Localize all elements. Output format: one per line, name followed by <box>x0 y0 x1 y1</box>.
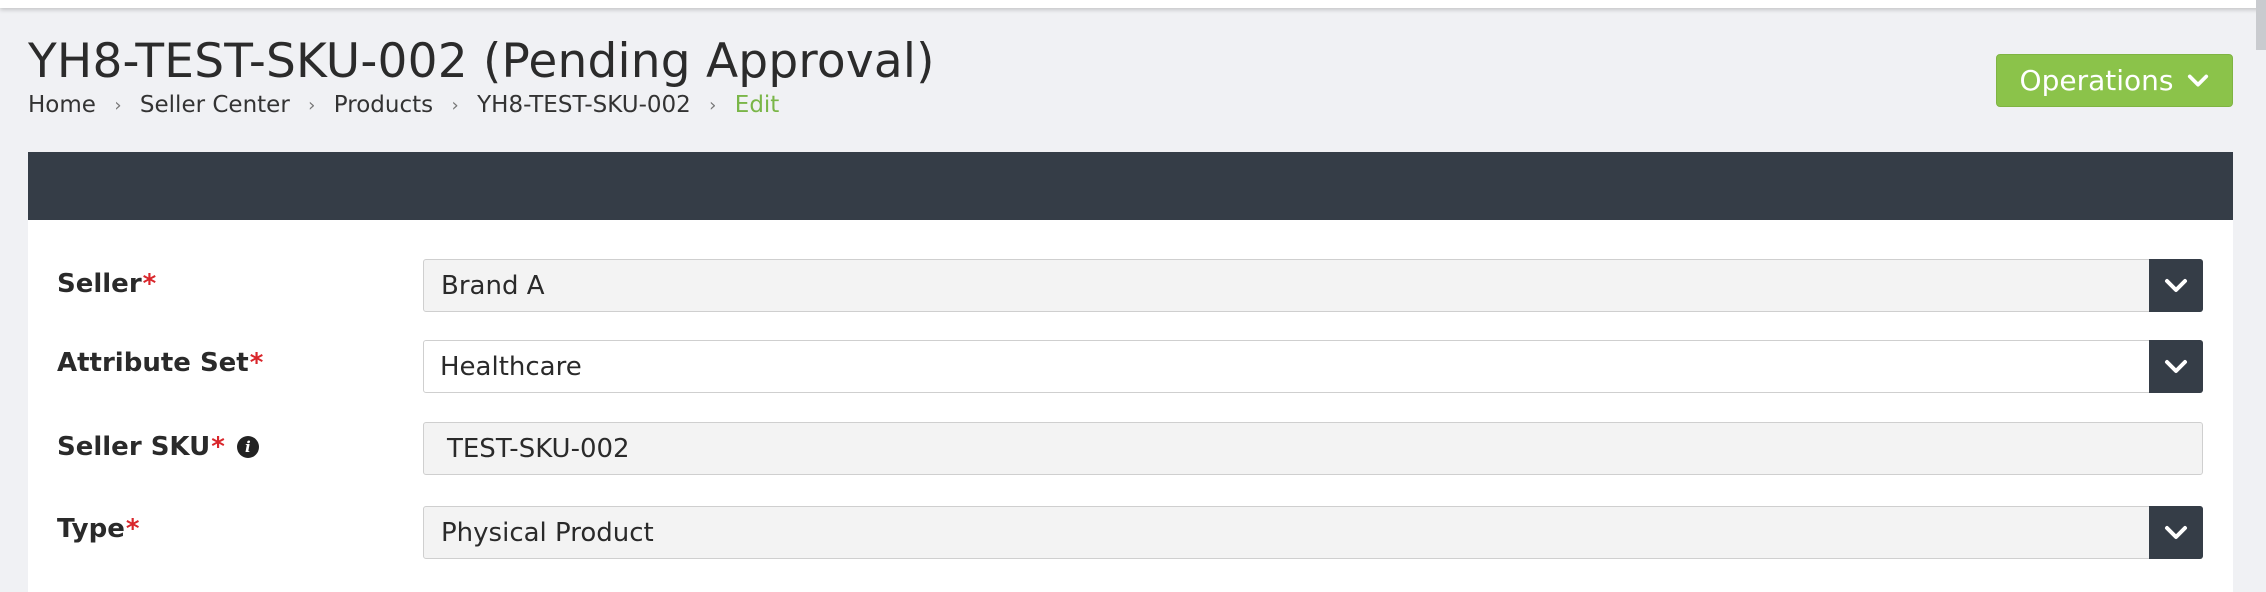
product-form-panel: Seller * Brand A Attribute Set * Healthcar… <box>28 152 2233 592</box>
seller-label-text: Seller <box>57 269 142 299</box>
scrollbar-thumb[interactable] <box>2256 0 2266 50</box>
type-label: Type * <box>57 501 139 557</box>
required-marker: * <box>249 348 264 378</box>
seller-select-value: Brand A <box>441 270 545 301</box>
page-title: YH8-TEST-SKU-002 (Pending Approval) <box>28 34 935 89</box>
required-marker: * <box>211 432 225 462</box>
chevron-down-icon <box>2165 525 2187 539</box>
seller-dropdown-button[interactable] <box>2149 259 2203 312</box>
breadcrumb-product-sku[interactable]: YH8-TEST-SKU-002 <box>477 92 691 118</box>
type-row: Type * Physical Product <box>28 504 2233 560</box>
breadcrumb-seller-center[interactable]: Seller Center <box>140 92 290 118</box>
panel-header <box>28 152 2233 220</box>
breadcrumb-home[interactable]: Home <box>28 92 96 118</box>
chevron-down-icon <box>2165 278 2187 292</box>
chevron-right-icon: › <box>451 94 459 116</box>
type-dropdown-button[interactable] <box>2149 506 2203 559</box>
attribute-set-select-value: Healthcare <box>440 351 582 382</box>
seller-select[interactable]: Brand A <box>423 259 2203 312</box>
top-bar <box>0 0 2266 8</box>
required-marker: * <box>125 514 140 544</box>
chevron-right-icon: › <box>709 94 717 116</box>
attribute-set-select[interactable]: Healthcare <box>423 340 2203 393</box>
type-select[interactable]: Physical Product <box>423 506 2203 559</box>
seller-label: Seller * <box>57 256 156 312</box>
attribute-set-row: Attribute Set * Healthcare <box>28 338 2233 394</box>
seller-sku-input[interactable]: TEST-SKU-002 <box>423 422 2203 475</box>
seller-sku-label-text: Seller SKU <box>57 432 211 462</box>
breadcrumb-products[interactable]: Products <box>334 92 433 118</box>
info-icon[interactable]: i <box>236 436 259 458</box>
seller-sku-input-value: TEST-SKU-002 <box>447 433 630 464</box>
breadcrumb: Home › Seller Center › Products › YH8-TE… <box>28 92 779 118</box>
seller-row: Seller * Brand A <box>28 256 2233 312</box>
chevron-down-icon <box>2188 74 2209 86</box>
seller-sku-row: Seller SKU * i TEST-SKU-002 <box>28 420 2233 476</box>
required-marker: * <box>142 269 157 299</box>
type-label-text: Type <box>57 514 125 544</box>
operations-button[interactable]: Operations <box>1996 54 2233 107</box>
operations-button-label: Operations <box>2019 64 2174 97</box>
attribute-set-label-text: Attribute Set <box>57 348 249 378</box>
chevron-right-icon: › <box>308 94 316 116</box>
type-select-value: Physical Product <box>441 517 654 548</box>
chevron-down-icon <box>2165 359 2187 373</box>
attribute-set-dropdown-button[interactable] <box>2149 340 2203 393</box>
attribute-set-label: Attribute Set * <box>57 335 263 391</box>
chevron-right-icon: › <box>114 94 122 116</box>
breadcrumb-current-edit: Edit <box>734 92 780 118</box>
seller-sku-label: Seller SKU * i <box>57 419 259 475</box>
